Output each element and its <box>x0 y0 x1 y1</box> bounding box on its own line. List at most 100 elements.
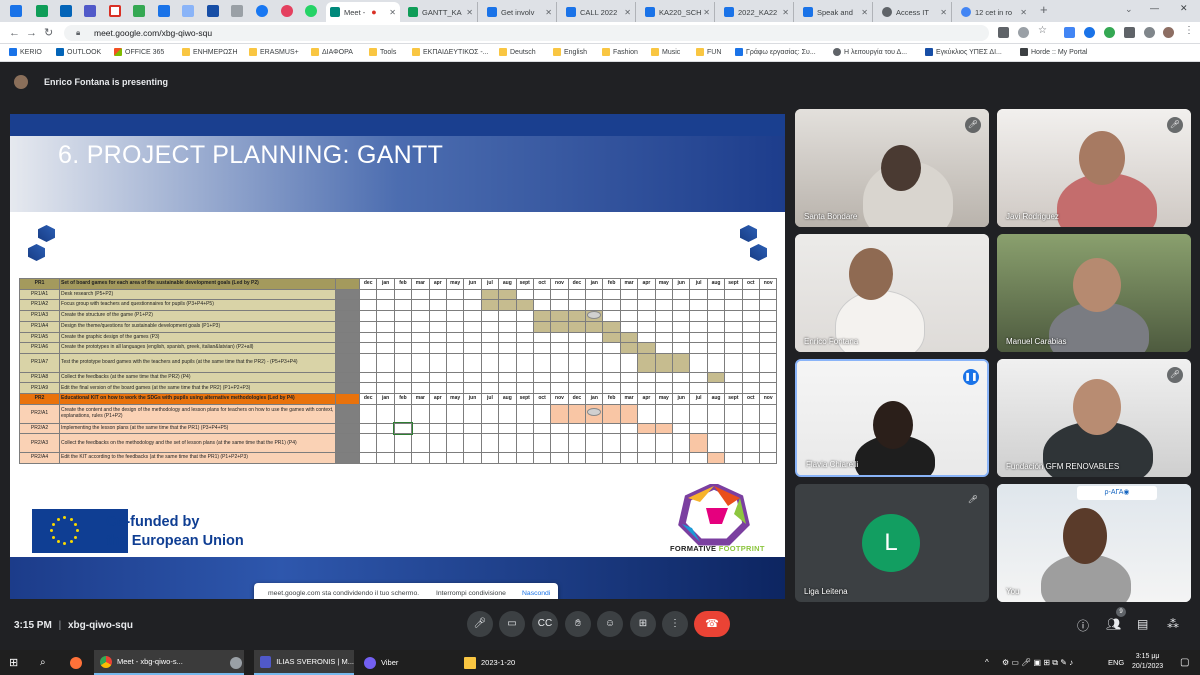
close-tab-icon[interactable]: ✕ <box>389 8 396 17</box>
hide-notice-button[interactable]: Nascondi <box>522 583 550 599</box>
menu-icon[interactable]: ⋮ <box>1184 25 1194 36</box>
close-tab-icon[interactable]: ✕ <box>940 8 947 17</box>
tray-chevron-icon[interactable]: ^ <box>985 650 989 675</box>
puzzle-icon[interactable] <box>1124 27 1135 38</box>
participant-tile[interactable]: 🎤︎ Santa Bondare <box>795 109 989 227</box>
bookmark-horde[interactable]: Horde :: My Portal <box>1020 48 1087 56</box>
participant-tile-self[interactable]: ρ-ΑΓΑ◉ You <box>997 484 1191 602</box>
participant-tile[interactable]: 🎤︎ Fundación GFM RENOVABLES <box>997 359 1191 477</box>
activities-icon[interactable]: ⁂ <box>1167 617 1179 631</box>
language-indicator[interactable]: ENG <box>1108 650 1124 675</box>
bookmark-folder[interactable]: ΕΚΠΑΙΔΕΥΤΙΚΟΣ -... <box>412 48 489 56</box>
close-window-icon[interactable]: ✕ <box>1180 3 1188 14</box>
pinned-tab-icon[interactable] <box>10 5 22 17</box>
pinned-tab-icon[interactable] <box>231 5 243 17</box>
microphone-button[interactable]: 🎤︎ <box>467 611 493 637</box>
participant-tile[interactable]: L 🎤︎ Liga Leitena <box>795 484 989 602</box>
address-bar[interactable]: 🔒︎ meet.google.com/xbg-qiwo-squ <box>64 25 989 41</box>
bookmark-folder[interactable]: ERASMUS+ <box>249 48 299 56</box>
chat-icon[interactable]: ▤ <box>1137 617 1148 631</box>
camera-in-use-icon[interactable] <box>998 27 1009 38</box>
forward-icon[interactable]: → <box>26 26 37 40</box>
raise-hand-button[interactable]: ✋︎ <box>565 611 591 637</box>
bookmark-kerio[interactable]: KERIO <box>9 48 42 56</box>
bookmark-folder[interactable]: ΕΝΗΜΕΡΩΣΗ <box>182 48 238 56</box>
tab-get-involved[interactable]: Get involv ✕ <box>483 2 557 22</box>
close-tab-icon[interactable]: ✕ <box>624 8 631 17</box>
bookmark-folder[interactable]: Fashion <box>602 48 638 56</box>
pinned-tab-icon[interactable] <box>158 5 170 17</box>
tab-ka220-sch[interactable]: KA220_SCH ✕ <box>641 2 715 22</box>
leave-call-button[interactable]: ☎︎ <box>694 611 730 637</box>
new-tab-button[interactable]: + <box>1040 2 1048 17</box>
taskbar-item-viber[interactable]: Viber <box>360 650 450 675</box>
extension-icon[interactable] <box>1064 27 1075 38</box>
share-icon[interactable] <box>1018 27 1029 38</box>
extension-icon[interactable] <box>1084 27 1095 38</box>
camera-button[interactable]: ▭ <box>499 611 525 637</box>
tab-gantt[interactable]: GANTT_KA ✕ <box>404 2 478 22</box>
pinned-tab-icon[interactable] <box>84 5 96 17</box>
close-tab-icon[interactable]: ✕ <box>545 8 552 17</box>
pinned-tab-icon[interactable] <box>207 5 219 17</box>
notifications-icon[interactable]: ▢ <box>1180 650 1189 675</box>
tray-icons[interactable]: ⚙ ▭ 🎤︎ ▣ ⊞ ⧉ ✎ ♪ <box>1002 650 1073 675</box>
bookmark-outlook[interactable]: OUTLOOK <box>56 48 101 56</box>
bookmark-link[interactable]: Εγκύκλιος ΥΠΕΣ ΔΙ... <box>925 48 1002 56</box>
bookmark-link[interactable]: Γράφω εργασίας: Συ... <box>735 48 816 56</box>
bookmark-star-icon[interactable]: ☆ <box>1038 25 1047 36</box>
pinned-tab-icon[interactable] <box>36 5 48 17</box>
extension-icon[interactable] <box>1104 27 1115 38</box>
bookmark-folder[interactable]: Music <box>651 48 680 56</box>
close-tab-icon[interactable]: ✕ <box>782 8 789 17</box>
taskbar-item-teams[interactable]: ILIAS SVERONIS | M... <box>254 650 354 675</box>
tab-2022-ka22[interactable]: 2022_KA22 ✕ <box>720 2 794 22</box>
bookmark-folder[interactable]: Tools <box>369 48 396 56</box>
tab-access-it[interactable]: Access IT ✕ <box>878 2 952 22</box>
start-button[interactable]: ⊞ <box>9 650 18 675</box>
reactions-button[interactable]: ☺ <box>597 611 623 637</box>
gmail-pinned-icon[interactable] <box>109 5 121 17</box>
close-tab-icon[interactable]: ✕ <box>861 8 868 17</box>
reload-icon[interactable]: ↻ <box>44 26 53 40</box>
close-tab-icon[interactable]: ✕ <box>703 8 710 17</box>
participant-tile-active-speaker[interactable]: ❚❚ Flavia Chiarelli <box>795 359 989 477</box>
facebook-pinned-icon[interactable] <box>256 5 268 17</box>
tab-speak-and[interactable]: Speak and ✕ <box>799 2 873 22</box>
participant-tile[interactable]: Manuel Carabias <box>997 234 1191 352</box>
minimize-icon[interactable]: — <box>1150 3 1159 13</box>
whatsapp-pinned-icon[interactable] <box>305 5 317 17</box>
bookmark-folder[interactable]: English <box>553 48 587 56</box>
tab-meet[interactable]: Meet - ● ✕ <box>326 2 400 22</box>
taskbar-item-folder[interactable]: 2023-1-20 <box>460 650 550 675</box>
meeting-details-icon[interactable]: ⓘ <box>1077 617 1089 634</box>
bookmark-folder[interactable]: FUN <box>696 48 721 56</box>
search-button[interactable]: ⌕ <box>40 650 46 675</box>
app-button[interactable] <box>230 650 247 675</box>
people-icon[interactable]: 👥︎ <box>1106 617 1121 631</box>
bookmark-folder[interactable]: Deutsch <box>499 48 536 56</box>
tab-call-2022[interactable]: CALL 2022 ✕ <box>562 2 636 22</box>
captions-button[interactable]: CC <box>532 611 558 637</box>
bookmark-office365[interactable]: OFFICE 365 <box>114 48 164 56</box>
more-options-button[interactable]: ⋮ <box>662 611 688 637</box>
drive-pinned-icon[interactable] <box>133 5 145 17</box>
participant-tile[interactable]: Enrico Fontana <box>795 234 989 352</box>
instagram-pinned-icon[interactable] <box>281 5 293 17</box>
system-clock[interactable]: 3:15 μμ 20/1/2023 <box>1132 652 1163 672</box>
taskbar-item-meet[interactable]: Meet - xbg-qiwo-s... <box>94 650 244 675</box>
bookmark-link[interactable]: Η λειτουργία του Δ... <box>833 48 907 56</box>
tab-google-search[interactable]: 12 cet in ro ✕ <box>957 2 1031 22</box>
close-tab-icon[interactable]: ✕ <box>1020 8 1027 17</box>
tablet-icon[interactable] <box>1144 27 1155 38</box>
tab-search-icon[interactable]: ⌄ <box>1125 4 1133 15</box>
firefox-button[interactable] <box>70 650 87 675</box>
bookmark-folder[interactable]: ΔΙΑΦΟΡΑ <box>311 48 353 56</box>
back-icon[interactable]: ← <box>9 26 20 40</box>
profile-avatar[interactable] <box>1163 27 1174 38</box>
pinned-tab-icon[interactable] <box>60 5 72 17</box>
participant-tile[interactable]: 🎤︎ Javi Rodriguez <box>997 109 1191 227</box>
present-now-button[interactable]: ⊞ <box>630 611 656 637</box>
pinned-tab-icon[interactable] <box>182 5 194 17</box>
close-tab-icon[interactable]: ✕ <box>466 8 473 17</box>
